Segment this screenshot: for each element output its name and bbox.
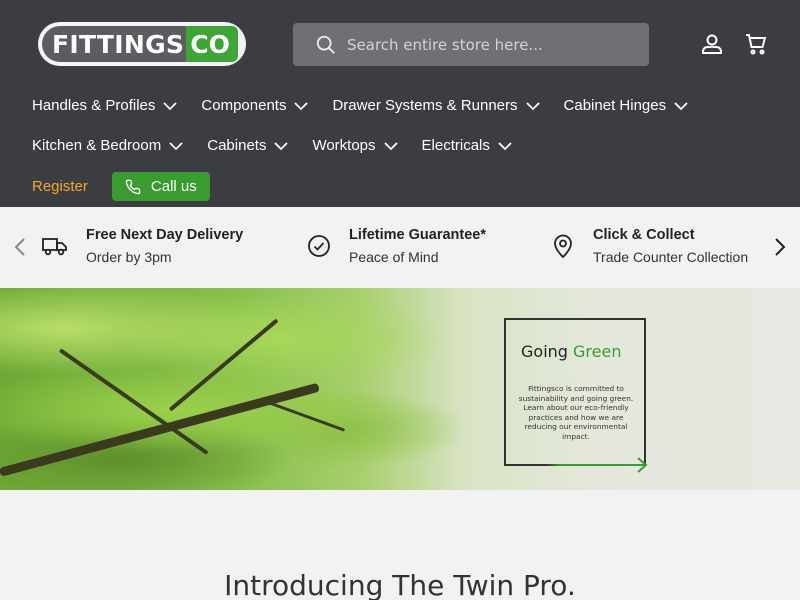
arrow-right-icon[interactable]: [636, 457, 648, 473]
chevron-down-icon: [274, 141, 289, 150]
nav-item-cabinet-hinges[interactable]: Cabinet Hinges: [564, 97, 689, 114]
call-us-label: Call us: [150, 178, 197, 195]
tree-branch: [0, 382, 320, 477]
usp-title: Free Next Day Delivery: [86, 227, 244, 243]
nav-item-label: Drawer Systems & Runners: [332, 97, 518, 114]
usp-item-delivery: Free Next Day Delivery Order by 3pm: [42, 227, 243, 265]
intro-section: Introducing The Twin Pro.: [0, 490, 800, 600]
nav-row-2: Kitchen & Bedroom Cabinets Worktops Elec…: [32, 137, 536, 154]
nav-item-label: Cabinets: [207, 137, 267, 154]
cart-icon[interactable]: [742, 30, 770, 58]
chevron-down-icon: [169, 141, 183, 150]
nav-row-3: Register Call us: [32, 172, 210, 201]
logo[interactable]: FITTINGS CO: [38, 22, 246, 66]
search-icon: [316, 35, 335, 54]
nav-row-1: Handles & Profiles Components Drawer Sys…: [32, 97, 712, 114]
nav-item-cabinets[interactable]: Cabinets: [207, 137, 289, 154]
chevron-down-icon: [525, 101, 540, 110]
nav-item-components[interactable]: Components: [201, 97, 309, 114]
usp-item-collect: Click & Collect Trade Counter Collection: [551, 227, 748, 265]
chevron-left-icon[interactable]: [14, 237, 26, 257]
check-circle-icon: [307, 234, 331, 258]
nav-item-handles-profiles[interactable]: Handles & Profiles: [32, 97, 178, 114]
intro-heading: Introducing The Twin Pro.: [224, 569, 576, 600]
search-input[interactable]: [347, 35, 627, 54]
chevron-down-icon: [383, 141, 398, 150]
nav-item-electricals[interactable]: Electricals: [422, 137, 512, 154]
nav-item-kitchen-bedroom[interactable]: Kitchen & Bedroom: [32, 137, 183, 154]
hero-heading: Going Green: [521, 342, 621, 361]
usp-bar: Free Next Day Delivery Order by 3pm Life…: [0, 207, 800, 288]
map-pin-icon: [551, 233, 575, 259]
usp-subtitle: Peace of Mind: [349, 249, 439, 265]
tree-branch: [259, 398, 346, 432]
chevron-down-icon: [294, 101, 309, 110]
usp-subtitle: Trade Counter Collection: [593, 249, 749, 265]
hero-heading-part-2: Green: [573, 342, 622, 361]
nav-item-label: Components: [201, 97, 287, 114]
chevron-down-icon: [498, 141, 512, 150]
nav-item-label: Kitchen & Bedroom: [32, 137, 162, 154]
search-bar[interactable]: [293, 23, 649, 66]
nav-item-label: Electricals: [421, 137, 490, 154]
usp-item-guarantee: Lifetime Guarantee* Peace of Mind: [307, 227, 486, 265]
logo-text-co: CO: [186, 26, 238, 62]
usp-title: Lifetime Guarantee*: [349, 227, 486, 243]
hero-heading-part-1: Going: [521, 342, 568, 361]
nav-item-label: Handles & Profiles: [32, 97, 156, 114]
hero-underline: [504, 464, 644, 466]
chevron-down-icon: [674, 101, 688, 110]
usp-title: Click & Collect: [593, 227, 695, 243]
call-us-button[interactable]: Call us: [111, 172, 210, 201]
usp-subtitle: Order by 3pm: [86, 249, 172, 265]
site-header: FITTINGS CO Handles & Profiles Component…: [0, 0, 800, 207]
chevron-down-icon: [163, 101, 178, 110]
logo-text-fittings: FITTINGS: [42, 26, 187, 62]
nav-item-label: Worktops: [312, 137, 376, 154]
chevron-right-icon[interactable]: [774, 237, 786, 257]
register-link[interactable]: Register: [32, 178, 88, 195]
nav-item-worktops[interactable]: Worktops: [312, 137, 398, 154]
account-icon[interactable]: [698, 30, 726, 58]
hero-banner[interactable]: Going Green Fittingsco is committed to s…: [0, 288, 800, 490]
nav-item-drawer-systems[interactable]: Drawer Systems & Runners: [332, 97, 540, 114]
hero-description: Fittingsco is committed to sustainabilit…: [518, 384, 634, 441]
nav-item-label: Cabinet Hinges: [563, 97, 667, 114]
phone-icon: [125, 179, 141, 194]
truck-icon: [42, 235, 68, 257]
